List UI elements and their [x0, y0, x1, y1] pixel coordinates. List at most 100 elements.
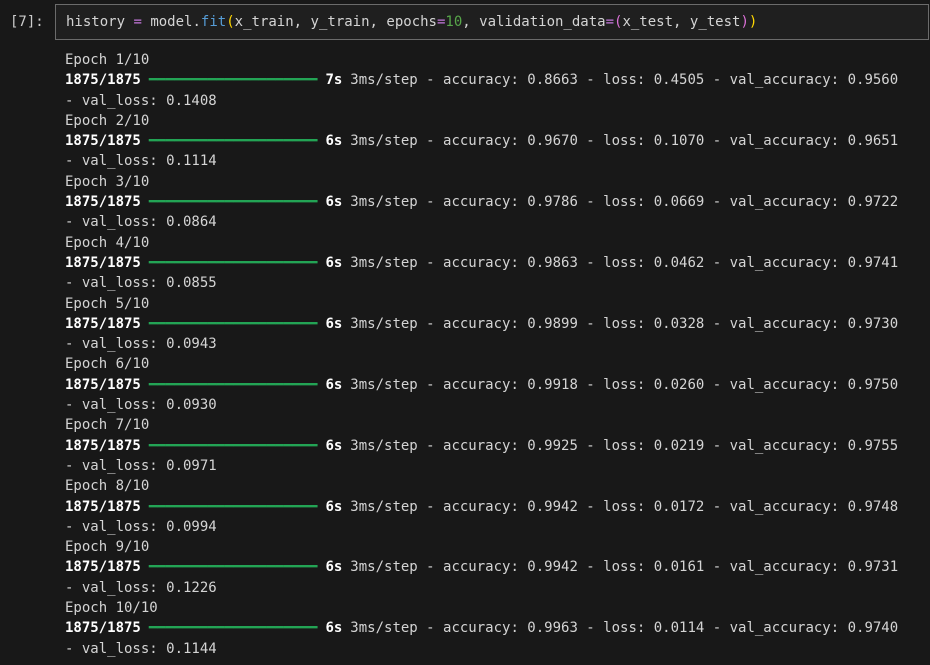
code-token-plain: , — [673, 14, 690, 30]
progress-line: 1875/1875 ━━━━━━━━━━━━━━━━━━━━ 6s 3ms/step … — [65, 375, 925, 395]
progress-bar-icon: ━━━━━━━━━━━━━━━━━━━━ — [148, 72, 318, 89]
epoch-block: Epoch 2/10 1875/1875 ━━━━━━━━━━━━━━━━━━━━… — [65, 111, 925, 172]
progress-bar-icon: ━━━━━━━━━━━━━━━━━━━━ — [148, 559, 318, 576]
code-token-identifier: model — [150, 14, 193, 30]
code-token-identifier: x_train — [234, 14, 294, 30]
elapsed-time: 6s — [325, 254, 343, 271]
progress-bar-icon: ━━━━━━━━━━━━━━━━━━━━ — [148, 437, 318, 454]
epoch-label: Epoch 2/10 — [65, 112, 150, 129]
epoch-block: Epoch 4/10 1875/1875 ━━━━━━━━━━━━━━━━━━━━… — [65, 233, 925, 294]
code-token-function: fit — [200, 14, 227, 30]
epoch-header: Epoch 8/10 — [65, 476, 925, 496]
step-count: 1875/1875 — [65, 72, 141, 89]
epoch-block: Epoch 7/10 1875/1875 ━━━━━━━━━━━━━━━━━━━━… — [65, 415, 925, 476]
metrics-text: 3ms/step - accuracy: 0.9918 - loss: 0.02… — [350, 376, 899, 393]
code-token-identifier: history — [66, 14, 126, 30]
epoch-block: Epoch 6/10 1875/1875 ━━━━━━━━━━━━━━━━━━━━… — [65, 354, 925, 415]
progress-bar-icon: ━━━━━━━━━━━━━━━━━━━━ — [148, 498, 318, 515]
metrics-text: 3ms/step - accuracy: 0.9670 - loss: 0.10… — [350, 133, 899, 150]
val-loss-line: - val_loss: 0.0971 — [65, 456, 925, 476]
code-token-plain: , — [293, 14, 311, 30]
epoch-header: Epoch 10/10 — [65, 598, 925, 618]
epoch-block: Epoch 1/10 1875/1875 ━━━━━━━━━━━━━━━━━━━━… — [65, 50, 925, 111]
step-count: 1875/1875 — [65, 194, 141, 211]
epoch-header: Epoch 4/10 — [65, 233, 925, 253]
val-loss-text: - val_loss: 0.0971 — [65, 457, 217, 474]
val-loss-text: - val_loss: 0.0855 — [65, 275, 217, 292]
epoch-label: Epoch 1/10 — [65, 52, 150, 68]
val-loss-text: - val_loss: 0.0930 — [65, 397, 217, 414]
code-token-plain: , — [369, 14, 387, 30]
elapsed-time: 6s — [325, 315, 343, 332]
step-count: 1875/1875 — [65, 133, 141, 150]
val-loss-text: - val_loss: 0.1408 — [65, 92, 217, 109]
step-count: 1875/1875 — [65, 559, 141, 576]
elapsed-time: 6s — [325, 559, 343, 576]
val-loss-line: - val_loss: 0.1114 — [65, 151, 925, 171]
val-loss-line: - val_loss: 0.0943 — [65, 334, 925, 354]
epoch-label: Epoch 5/10 — [65, 295, 150, 312]
epoch-block: Epoch 3/10 1875/1875 ━━━━━━━━━━━━━━━━━━━━… — [65, 172, 925, 233]
elapsed-time: 6s — [325, 437, 343, 454]
val-loss-text: - val_loss: 0.0994 — [65, 518, 217, 535]
notebook-cell-input-row: [7]: history = model.fit(x_train, y_trai… — [0, 0, 930, 40]
code-token-operator: = — [605, 14, 615, 30]
step-count: 1875/1875 — [65, 437, 141, 454]
epoch-header: Epoch 7/10 — [65, 415, 925, 435]
code-token-plain: . — [192, 14, 201, 30]
val-loss-text: - val_loss: 0.1226 — [65, 579, 217, 596]
progress-line: 1875/1875 ━━━━━━━━━━━━━━━━━━━━ 6s 3ms/step … — [65, 253, 925, 273]
epoch-block: Epoch 9/10 1875/1875 ━━━━━━━━━━━━━━━━━━━━… — [65, 537, 925, 598]
progress-bar-icon: ━━━━━━━━━━━━━━━━━━━━ — [148, 376, 318, 393]
code-token-identifier: y_test — [689, 14, 741, 30]
elapsed-time: 6s — [325, 498, 343, 515]
val-loss-text: - val_loss: 0.1144 — [65, 640, 217, 657]
elapsed-time: 6s — [325, 376, 343, 393]
epoch-label: Epoch 4/10 — [65, 234, 150, 251]
step-count: 1875/1875 — [65, 315, 141, 332]
progress-line: 1875/1875 ━━━━━━━━━━━━━━━━━━━━ 6s 3ms/step … — [65, 436, 925, 456]
code-token-bracket1: ) — [748, 14, 758, 30]
epoch-header: Epoch 2/10 — [65, 111, 925, 131]
code-token-identifier: validation_data — [479, 14, 606, 30]
step-count: 1875/1875 — [65, 620, 141, 637]
code-token-plain: , — [462, 14, 480, 30]
epoch-header: Epoch 9/10 — [65, 537, 925, 557]
code-cell-editor[interactable]: history = model.fit(x_train, y_train, ep… — [55, 4, 929, 40]
progress-line: 1875/1875 ━━━━━━━━━━━━━━━━━━━━ 7s 3ms/step … — [65, 70, 925, 90]
progress-line: 1875/1875 ━━━━━━━━━━━━━━━━━━━━ 6s 3ms/step … — [65, 618, 925, 638]
val-loss-line: - val_loss: 0.0855 — [65, 273, 925, 293]
code-token-identifier: y_train — [310, 14, 370, 30]
progress-bar-icon: ━━━━━━━━━━━━━━━━━━━━ — [148, 315, 318, 332]
progress-line: 1875/1875 ━━━━━━━━━━━━━━━━━━━━ 6s 3ms/step … — [65, 131, 925, 151]
elapsed-time: 6s — [325, 620, 343, 637]
code-token-operator: = — [133, 14, 142, 30]
code-token-number: 10 — [445, 14, 463, 30]
elapsed-time: 7s — [325, 72, 343, 89]
epoch-header: Epoch 3/10 — [65, 172, 925, 192]
val-loss-line: - val_loss: 0.1144 — [65, 639, 925, 659]
epoch-header: Epoch 1/10 — [65, 50, 925, 70]
execution-count-label: [7]: — [10, 14, 44, 30]
metrics-text: 3ms/step - accuracy: 0.9963 - loss: 0.01… — [350, 620, 899, 637]
val-loss-text: - val_loss: 0.0864 — [65, 214, 217, 231]
epoch-block: Epoch 10/10 1875/1875 ━━━━━━━━━━━━━━━━━━━… — [65, 598, 925, 659]
val-loss-line: - val_loss: 0.1226 — [65, 578, 925, 598]
epoch-block: Epoch 5/10 1875/1875 ━━━━━━━━━━━━━━━━━━━━… — [65, 294, 925, 355]
step-count: 1875/1875 — [65, 498, 141, 515]
val-loss-text: - val_loss: 0.1114 — [65, 153, 217, 170]
metrics-text: 3ms/step - accuracy: 0.9942 - loss: 0.01… — [350, 498, 899, 515]
metrics-text: 3ms/step - accuracy: 0.9925 - loss: 0.02… — [350, 437, 899, 454]
epoch-header: Epoch 5/10 — [65, 294, 925, 314]
progress-line: 1875/1875 ━━━━━━━━━━━━━━━━━━━━ 6s 3ms/step … — [65, 557, 925, 577]
metrics-text: 3ms/step - accuracy: 0.9899 - loss: 0.03… — [350, 315, 899, 332]
metrics-text: 3ms/step - accuracy: 0.9942 - loss: 0.01… — [350, 559, 899, 576]
code-token-bracket1: ( — [226, 14, 235, 30]
epoch-label: Epoch 10/10 — [65, 600, 158, 617]
step-count: 1875/1875 — [65, 376, 141, 393]
progress-bar-icon: ━━━━━━━━━━━━━━━━━━━━ — [148, 194, 318, 211]
metrics-text: 3ms/step - accuracy: 0.9863 - loss: 0.04… — [350, 254, 899, 271]
val-loss-line: - val_loss: 0.1408 — [65, 91, 925, 111]
val-loss-line: - val_loss: 0.0864 — [65, 212, 925, 232]
code-line[interactable]: history = model.fit(x_train, y_train, ep… — [66, 12, 918, 32]
